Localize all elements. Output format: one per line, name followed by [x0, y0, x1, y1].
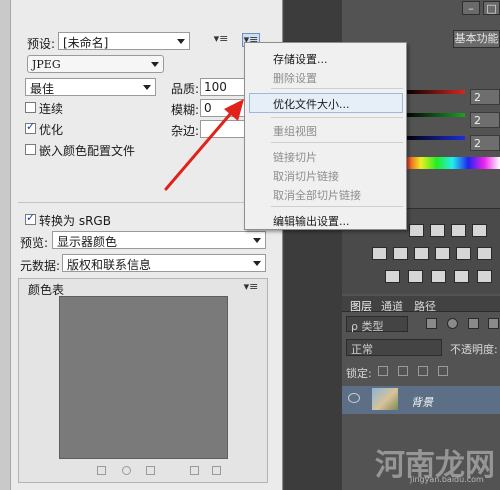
convert-srgb-checkbox[interactable]: [25, 211, 36, 225]
chevron-down-icon: [253, 238, 261, 243]
blue-slider[interactable]: [405, 136, 465, 140]
section-divider: [18, 202, 270, 203]
metadata-label: 元数据:: [20, 259, 61, 273]
convert-srgb-label: 转换为 sRGB: [39, 214, 111, 228]
watermark-url: jingyan.baidu.com: [410, 475, 484, 484]
layer-kind-filter[interactable]: ρ 类型: [346, 316, 408, 333]
menu-item-edit-output-settings[interactable]: 编辑输出设置...: [273, 213, 350, 229]
red-slider[interactable]: [405, 90, 465, 94]
optimized-label: 优化: [39, 123, 64, 137]
optimize-context-menu: 存储设置... 删除设置 优化文件大小... 重组视图 链接切片 取消切片链接 …: [244, 42, 407, 230]
workspace-button[interactable]: 基本功能: [453, 30, 500, 48]
shape-filter-icon[interactable]: [488, 318, 499, 329]
menu-separator: [271, 206, 403, 207]
menu-separator: [271, 142, 403, 143]
menu-item-optimize-file-size[interactable]: 优化文件大小...: [273, 96, 350, 112]
dialog-left-edge: [0, 0, 11, 490]
quality-preset-dropdown[interactable]: 最佳: [25, 78, 156, 96]
metadata-dropdown[interactable]: 版权和联系信息: [62, 254, 266, 272]
layer-thumbnail: [372, 388, 398, 410]
channel-mixer-icon[interactable]: [477, 247, 492, 260]
progressive-checkbox[interactable]: [25, 102, 36, 113]
chevron-down-icon: [253, 261, 261, 266]
pixel-filter-icon[interactable]: [426, 318, 437, 329]
lock-color-icon[interactable]: [146, 466, 155, 475]
exposure-icon[interactable]: [472, 224, 487, 237]
blue-value[interactable]: 2: [470, 135, 500, 151]
posterize-icon[interactable]: [408, 270, 423, 283]
color-balance-icon[interactable]: [414, 247, 429, 260]
chevron-down-icon: [177, 39, 185, 44]
format-value: JPEG: [32, 58, 61, 71]
preset-label: 预设:: [27, 37, 56, 51]
preview-label: 预览:: [20, 236, 49, 250]
lock-all-icon[interactable]: [438, 366, 448, 376]
annotation-arrow-icon: [164, 99, 244, 191]
embed-profile-label: 嵌入颜色配置文件: [39, 144, 136, 158]
preset-dropdown[interactable]: [未命名]: [58, 32, 190, 50]
menu-item-repopulate-views[interactable]: 重组视图: [273, 123, 317, 139]
gradient-map-icon[interactable]: [454, 270, 469, 283]
web-shift-icon[interactable]: [122, 466, 131, 475]
preset-menu-icon[interactable]: ▾≡: [212, 33, 230, 47]
adjustment-filter-icon[interactable]: [447, 318, 458, 329]
vibrance-icon[interactable]: [372, 247, 387, 260]
menu-item-unlink-all-slices[interactable]: 取消全部切片链接: [273, 187, 361, 203]
tab-channels[interactable]: 通道: [381, 298, 403, 314]
embed-profile-checkbox[interactable]: [25, 144, 36, 155]
lock-transparent-icon[interactable]: [378, 366, 388, 376]
preset-value: [未命名]: [63, 36, 109, 50]
curves-icon[interactable]: [451, 224, 466, 237]
metadata-value: 版权和联系信息: [67, 258, 152, 272]
menu-item-unlink-slice[interactable]: 取消切片链接: [273, 168, 339, 184]
tab-layers[interactable]: 图层: [350, 298, 372, 314]
quality-preset-value: 最佳: [30, 82, 55, 96]
preview-dropdown[interactable]: 显示器颜色: [52, 231, 266, 249]
color-table-swatches: [59, 296, 228, 459]
chevron-down-icon: [143, 85, 151, 90]
save-for-web-dialog: 预设: [未命名] ▾≡ ▾≡ JPEG 最佳 品质: 100 连续 模糊: 0…: [0, 0, 283, 490]
quality-label: 品质:: [171, 82, 200, 96]
tab-paths[interactable]: 路径: [414, 298, 436, 314]
layer-name[interactable]: 背景: [411, 394, 433, 410]
trash-icon[interactable]: [212, 466, 221, 475]
optimized-checkbox[interactable]: [25, 120, 36, 134]
menu-item-save-settings[interactable]: 存储设置...: [273, 51, 328, 67]
lock-position-icon[interactable]: [418, 366, 428, 376]
threshold-icon[interactable]: [431, 270, 446, 283]
lock-pixels-icon[interactable]: [398, 366, 408, 376]
eye-icon[interactable]: [348, 393, 360, 403]
selective-color-icon[interactable]: [477, 270, 492, 283]
menu-item-delete-settings[interactable]: 删除设置: [273, 70, 317, 86]
map-color-icon[interactable]: [97, 466, 106, 475]
levels-icon[interactable]: [430, 224, 445, 237]
menu-separator: [271, 117, 403, 118]
lock-label: 锁定:: [346, 367, 372, 380]
minimize-button[interactable]: –: [462, 1, 480, 15]
format-dropdown[interactable]: JPEG: [27, 55, 164, 73]
blend-mode-dropdown[interactable]: 正常: [346, 339, 442, 356]
preview-value: 显示器颜色: [57, 235, 118, 249]
hue-saturation-icon[interactable]: [393, 247, 408, 260]
chevron-down-icon: [151, 62, 159, 67]
black-white-icon[interactable]: [435, 247, 450, 260]
photo-filter-icon[interactable]: [456, 247, 471, 260]
red-value[interactable]: 2: [470, 89, 500, 105]
quality-input[interactable]: 100: [200, 78, 246, 96]
green-slider[interactable]: [405, 113, 465, 117]
brightness-icon[interactable]: [409, 224, 424, 237]
menu-separator: [271, 88, 403, 89]
color-ramp[interactable]: [405, 157, 500, 169]
type-filter-icon[interactable]: [468, 318, 479, 329]
color-table-menu-icon[interactable]: ▾≡: [242, 281, 260, 295]
opacity-label: 不透明度:: [450, 343, 498, 356]
new-color-icon[interactable]: [190, 466, 199, 475]
green-value[interactable]: 2: [470, 112, 500, 128]
progressive-label: 连续: [39, 102, 64, 116]
invert-icon[interactable]: [385, 270, 400, 283]
menu-item-link-slices[interactable]: 链接切片: [273, 149, 317, 165]
maximize-button[interactable]: □: [483, 1, 500, 15]
